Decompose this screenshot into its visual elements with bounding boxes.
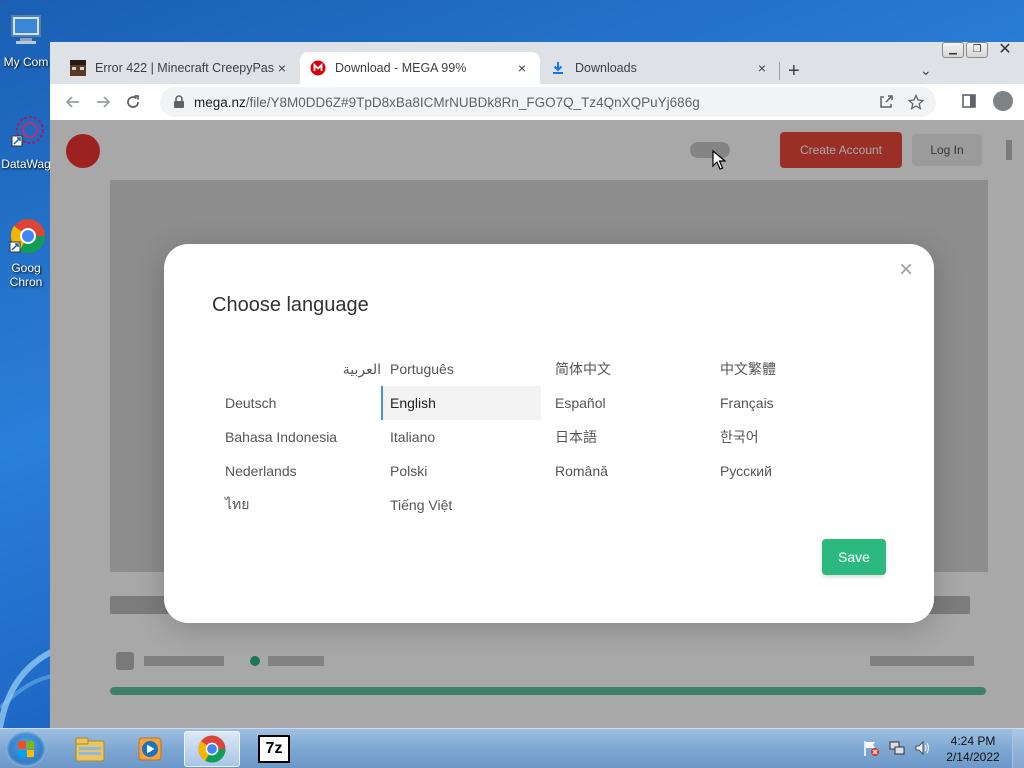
side-panel-button[interactable] — [958, 90, 980, 112]
desktop-icon-label: Goog — [11, 261, 41, 275]
taskbar-chrome[interactable] — [184, 731, 240, 767]
reload-button[interactable] — [118, 87, 148, 117]
language-option-vietnamese[interactable]: Tiếng Việt — [381, 488, 546, 522]
tab-minecraft[interactable]: Error 422 | Minecraft CreepyPasta × — [60, 52, 300, 84]
tab-title: Downloads — [575, 61, 637, 75]
language-option-chinese-traditional[interactable]: 中文繁體 — [711, 352, 876, 386]
desktop-icon-label: Chron — [9, 275, 43, 289]
tab-strip: Error 422 | Minecraft CreepyPasta × Down… — [50, 50, 1024, 84]
7zip-icon: 7z — [258, 735, 290, 763]
language-option-korean[interactable]: 한국어 — [711, 420, 876, 454]
datawag-shortcut-icon — [11, 116, 44, 147]
url-host: mega.nz — [194, 94, 246, 110]
tab-search-button[interactable]: ⌄ — [920, 62, 932, 79]
mega-page: Create Account Log In × Choose language … — [50, 120, 1024, 728]
action-center-flag-icon[interactable] — [862, 739, 880, 757]
tab-separator — [779, 62, 780, 80]
language-grid: العربية Português 简体中文 中文繁體 Deutsch Engl… — [216, 352, 886, 522]
computer-icon — [11, 15, 41, 44]
language-option-russian[interactable]: Русский — [711, 454, 876, 488]
desktop-icon-datawag[interactable]: DataWag — [0, 112, 52, 171]
tab-title: Download - MEGA 99% — [335, 61, 467, 75]
language-option-thai[interactable]: ไทย — [216, 488, 381, 522]
bookmark-star-icon[interactable] — [908, 94, 924, 110]
toolbar-right — [958, 90, 1014, 112]
system-tray — [862, 739, 932, 757]
language-option-spanish[interactable]: Español — [546, 386, 711, 420]
url-text: mega.nz/file/Y8M0DD6Z#9TpD8xBa8ICMrNUBDk… — [194, 95, 878, 110]
tab-mega-download[interactable]: Download - MEGA 99% × — [300, 52, 540, 84]
browser-window: ▁ ❐ ✕ Error 422 | Minecraft CreepyPasta … — [50, 42, 1024, 728]
windows-logo-icon — [18, 741, 34, 757]
language-option-italian[interactable]: Italiano — [381, 420, 546, 454]
taskbar-media-player[interactable] — [122, 731, 178, 767]
desktop-icon-my-computer[interactable]: My Com — [0, 10, 52, 69]
language-option-english[interactable]: English — [381, 386, 541, 420]
desktop-icon-label: DataWag — [1, 157, 51, 171]
avatar — [993, 91, 1013, 111]
tab-close-icon[interactable]: × — [514, 60, 530, 76]
taskbar-7zip[interactable]: 7z — [246, 731, 302, 767]
language-option-romanian[interactable]: Română — [546, 454, 711, 488]
language-option-portuguese[interactable]: Português — [381, 352, 546, 386]
clock-date: 2/14/2022 — [946, 750, 1000, 764]
network-icon[interactable] — [888, 739, 906, 757]
language-option-polish[interactable]: Polski — [381, 454, 546, 488]
profile-button[interactable] — [992, 90, 1014, 112]
side-panel-icon — [962, 94, 976, 108]
explorer-icon — [75, 737, 105, 762]
back-button[interactable] — [58, 87, 88, 117]
taskbar: 7z 4:24 PM 2/14/2022 — [0, 728, 1024, 768]
save-button[interactable]: Save — [822, 539, 886, 575]
reload-icon — [127, 95, 139, 108]
taskbar-explorer[interactable] — [62, 731, 118, 767]
volume-icon[interactable] — [914, 739, 932, 757]
choose-language-dialog: × Choose language العربية Português 简体中文… — [164, 244, 934, 623]
chrome-shortcut-icon — [9, 219, 45, 253]
lock-icon — [174, 95, 184, 108]
language-option-french[interactable]: Français — [711, 386, 876, 420]
tab-downloads[interactable]: Downloads × — [540, 52, 780, 84]
mega-favicon — [310, 60, 326, 76]
clock[interactable]: 4:24 PM 2/14/2022 — [940, 733, 1006, 765]
dialog-title: Choose language — [212, 294, 369, 316]
show-desktop-button[interactable] — [1012, 729, 1024, 768]
language-option-arabic[interactable]: العربية — [216, 352, 381, 386]
language-option-indonesian[interactable]: Bahasa Indonesia — [216, 420, 381, 454]
desktop-icon-label: My Com — [3, 55, 49, 69]
language-option-german[interactable]: Deutsch — [216, 386, 381, 420]
language-option-dutch[interactable]: Nederlands — [216, 454, 381, 488]
media-player-icon — [138, 737, 162, 761]
url-path: /file/Y8M0DD6Z#9TpD8xBa8ICMrNUBDk8Rn_FGO… — [245, 94, 700, 110]
omnibox-actions — [878, 94, 924, 110]
tab-title: Error 422 | Minecraft CreepyPasta — [95, 61, 274, 75]
forward-arrow-icon — [97, 96, 111, 108]
desktop-icon-chrome[interactable]: Goog Chron — [0, 216, 52, 289]
mouse-cursor-icon — [712, 150, 726, 170]
forward-button[interactable] — [88, 87, 118, 117]
dialog-close-icon[interactable]: × — [896, 258, 916, 282]
chrome-icon — [198, 735, 226, 763]
tab-close-icon[interactable]: × — [754, 60, 770, 76]
start-button[interactable] — [6, 731, 46, 767]
tab-close-icon[interactable]: × — [274, 60, 290, 76]
browser-toolbar: mega.nz/file/Y8M0DD6Z#9TpD8xBa8ICMrNUBDk… — [50, 84, 1024, 120]
address-bar[interactable]: mega.nz/file/Y8M0DD6Z#9TpD8xBa8ICMrNUBDk… — [160, 87, 936, 117]
download-icon — [553, 62, 563, 74]
clock-time: 4:24 PM — [950, 734, 996, 748]
back-arrow-icon — [65, 96, 79, 108]
new-tab-button[interactable]: + — [788, 60, 800, 83]
language-option-chinese-simplified[interactable]: 简体中文 — [546, 352, 711, 386]
language-option-japanese[interactable]: 日本語 — [546, 420, 711, 454]
minecraft-favicon — [70, 60, 86, 76]
share-icon[interactable] — [878, 94, 894, 110]
